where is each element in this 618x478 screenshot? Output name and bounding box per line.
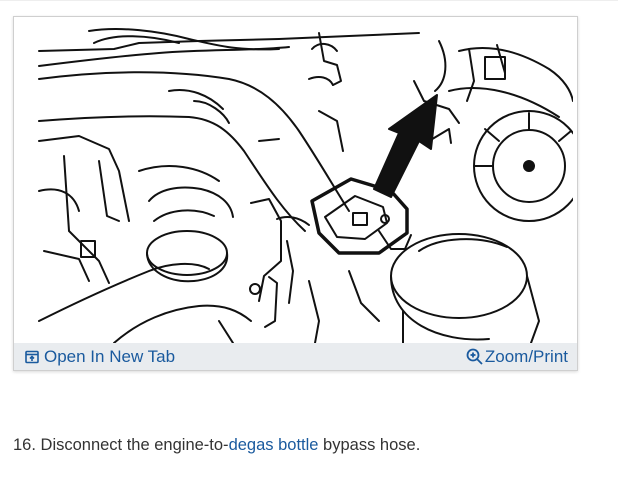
- open-in-new-tab-icon: [25, 350, 39, 364]
- step-text-after: bypass hose.: [318, 436, 421, 454]
- open-in-new-tab-link[interactable]: Open In New Tab: [25, 343, 175, 370]
- step-number: 16.: [13, 436, 36, 454]
- zoom-print-link[interactable]: Zoom/Print: [466, 343, 568, 370]
- open-in-new-tab-label: Open In New Tab: [44, 346, 176, 366]
- top-divider: [0, 0, 618, 1]
- step-text-before: Disconnect the engine-to-: [35, 436, 229, 454]
- zoom-magnifier-icon: [466, 348, 483, 365]
- figure-card: Open In New Tab Zoom/Print: [13, 16, 578, 371]
- degas-bottle-link[interactable]: degas bottle: [229, 436, 319, 454]
- figure-footer: Open In New Tab Zoom/Print: [14, 343, 577, 370]
- engine-hose-diagram[interactable]: [19, 21, 573, 343]
- zoom-print-label: Zoom/Print: [484, 346, 568, 366]
- step-instruction: 16. Disconnect the engine-to-degas bottl…: [13, 434, 603, 456]
